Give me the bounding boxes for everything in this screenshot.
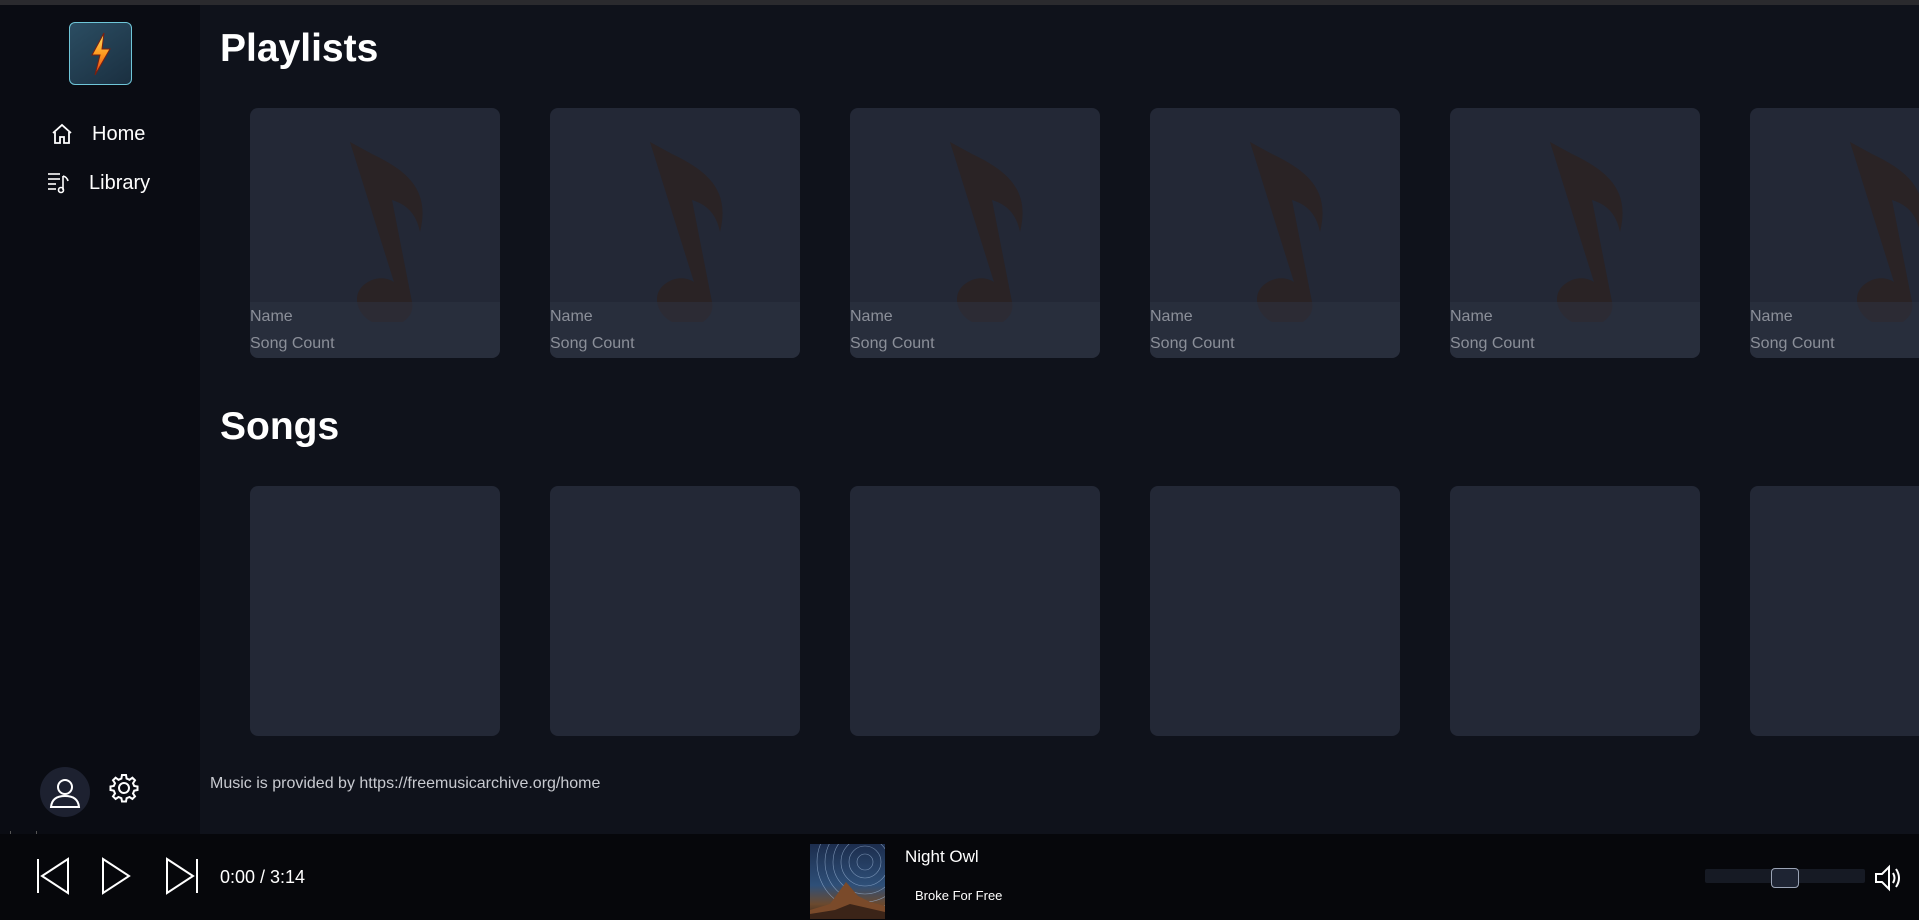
volume-slider-thumb[interactable] bbox=[1771, 868, 1799, 888]
song-card[interactable] bbox=[850, 486, 1100, 736]
album-art-image bbox=[810, 844, 885, 919]
home-icon bbox=[48, 120, 76, 148]
app-logo[interactable] bbox=[69, 22, 132, 85]
playlist-name: Name bbox=[550, 308, 593, 325]
song-card[interactable] bbox=[1450, 486, 1700, 736]
track-title[interactable]: Night Owl bbox=[905, 847, 979, 867]
song-card[interactable] bbox=[250, 486, 500, 736]
playlist-name: Name bbox=[1750, 308, 1793, 325]
playlist-song-count: Song Count bbox=[1150, 335, 1235, 352]
main-content: Playlists Name Song Count Name Song Count Na… bbox=[200, 5, 1919, 834]
playlist-name: Name bbox=[1450, 308, 1493, 325]
player-bar: 0:00 / 3:14 Night Owl Broke For Free bbox=[0, 834, 1919, 920]
music-note-icon bbox=[650, 142, 723, 322]
sidebar-item-label: Home bbox=[92, 122, 146, 145]
playlist-card[interactable]: Name Song Count bbox=[1750, 108, 1919, 358]
play-icon bbox=[102, 857, 131, 895]
playlist-card[interactable]: Name Song Count bbox=[1150, 108, 1400, 358]
playlist-name: Name bbox=[850, 308, 893, 325]
music-note-icon bbox=[350, 142, 423, 322]
sidebar: Home Library bbox=[0, 5, 200, 834]
skip-forward-icon bbox=[166, 857, 198, 895]
playlist-card[interactable]: Name Song Count bbox=[1450, 108, 1700, 358]
gear-icon bbox=[109, 774, 139, 803]
playlist-song-count: Song Count bbox=[850, 335, 935, 352]
playback-time: 0:00 / 3:14 bbox=[220, 867, 306, 887]
music-credit-note: Music is provided by https://freemusicar… bbox=[210, 775, 601, 792]
user-avatar-button[interactable] bbox=[40, 767, 90, 817]
music-note-icon bbox=[950, 142, 1023, 322]
playlist-song-count: Song Count bbox=[1750, 335, 1835, 352]
playlist-card[interactable]: Name Song Count bbox=[550, 108, 800, 358]
next-button[interactable] bbox=[162, 856, 202, 896]
album-cover[interactable] bbox=[810, 844, 885, 919]
lightning-bolt-icon bbox=[90, 32, 111, 75]
playlist-song-count: Song Count bbox=[1450, 335, 1535, 352]
music-note-icon bbox=[1550, 142, 1623, 322]
previous-button[interactable] bbox=[33, 856, 73, 896]
playlist-name: Name bbox=[250, 308, 293, 325]
playlist-icon bbox=[45, 169, 73, 197]
sidebar-item-label: Library bbox=[89, 171, 151, 194]
music-note-icon bbox=[1250, 142, 1323, 322]
song-card[interactable] bbox=[1750, 486, 1919, 736]
playlist-name: Name bbox=[1150, 308, 1193, 325]
playlist-card[interactable]: Name Song Count bbox=[250, 108, 500, 358]
sidebar-item-library[interactable]: Library bbox=[45, 169, 150, 197]
playlist-song-count: Song Count bbox=[550, 335, 635, 352]
playlists-title: Playlists bbox=[220, 27, 379, 70]
user-icon bbox=[49, 779, 81, 808]
settings-button[interactable] bbox=[107, 771, 141, 805]
playlist-card[interactable]: Name Song Count bbox=[850, 108, 1100, 358]
playlist-song-count: Song Count bbox=[250, 335, 335, 352]
skip-back-icon bbox=[37, 857, 69, 895]
songs-title: Songs bbox=[220, 405, 340, 448]
music-note-icon bbox=[1850, 142, 1919, 322]
song-card[interactable] bbox=[550, 486, 800, 736]
song-card[interactable] bbox=[1150, 486, 1400, 736]
volume-icon bbox=[1875, 864, 1900, 892]
play-button[interactable] bbox=[98, 856, 134, 896]
track-artist[interactable]: Broke For Free bbox=[915, 888, 1002, 903]
volume-button[interactable] bbox=[1874, 864, 1904, 892]
sidebar-item-home[interactable]: Home bbox=[48, 120, 145, 148]
